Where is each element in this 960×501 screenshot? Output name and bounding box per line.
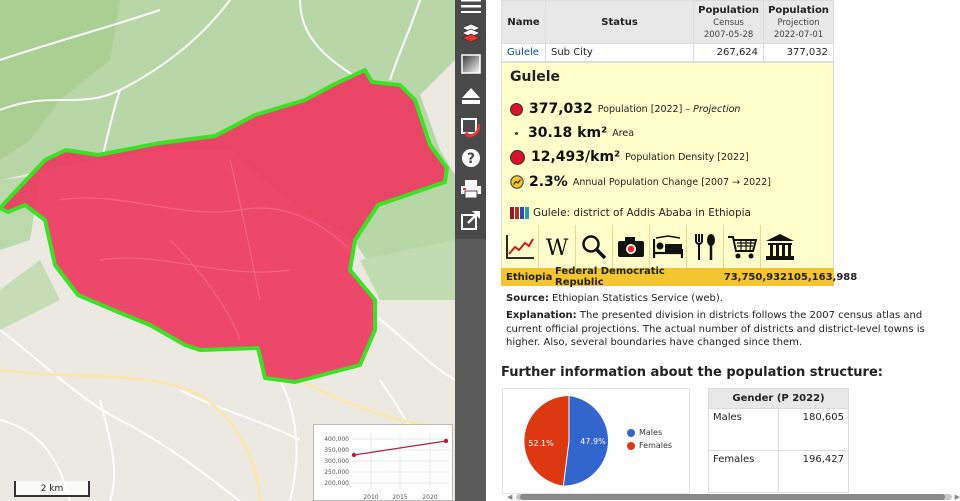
refresh-icon[interactable] (458, 116, 483, 140)
gender-label: Males (708, 408, 779, 451)
share-icon[interactable] (458, 208, 483, 232)
gender-table: Gender (P 2022) Males 180,605 Females 19… (708, 388, 849, 493)
gender-value: 180,605 (778, 408, 849, 451)
density-dot-icon (510, 149, 525, 165)
explanation-note: Explanation: The presented division in d… (506, 310, 925, 348)
table-row[interactable]: Gulele Sub City 267,624 377,032 (501, 43, 834, 62)
shopping-cart-icon[interactable] (724, 225, 761, 269)
country-row[interactable]: Ethiopia Federal Democratic Republic 73,… (501, 266, 858, 288)
legend-females: Females (627, 441, 672, 450)
area-row: 30.18 km² Area (510, 125, 634, 141)
population-row: 377,032 Population [2022] – Projection (510, 101, 740, 117)
area-value: 30.18 km² (528, 125, 608, 141)
col-pop2022-header[interactable]: Population Projection 2022-07-01 (763, 0, 834, 44)
density-label: Population Density [2022] (625, 151, 749, 163)
gender-value: 196,427 (778, 450, 849, 493)
horizontal-scrollbar[interactable]: ◀ ▶ (506, 493, 960, 501)
map-toolbar: ? (455, 0, 486, 239)
svg-text:?: ? (466, 151, 474, 167)
mini-chart-xtick: 2020 (422, 494, 437, 501)
layers-icon[interactable] (458, 21, 483, 45)
gender-label: Females (708, 450, 779, 493)
col-status-header[interactable]: Status (544, 0, 695, 44)
density-row: 12,493/km² Population Density [2022] (510, 149, 749, 165)
col-pop2007-header[interactable]: Population Census 2007-05-28 (693, 0, 765, 44)
wikipedia-icon[interactable]: W (539, 225, 576, 269)
scroll-left-icon[interactable]: ◀ (507, 493, 512, 501)
further-info-heading: Further information about the population… (501, 365, 883, 380)
infobox-title: Gulele (510, 69, 561, 85)
legend-males: Males (627, 428, 662, 437)
row-pop2007: 267,624 (693, 43, 765, 62)
district-description: Gulele: district of Addis Ababa in Ethio… (510, 207, 751, 219)
mini-chart-ytick: 350,000 (324, 447, 349, 454)
mini-chart-xtick: 2015 (392, 494, 407, 501)
change-value: 2.3% (529, 174, 568, 190)
pie-label-males: 47.9% (580, 437, 606, 446)
col-name-header[interactable]: Name (501, 0, 546, 44)
svg-text:W: W (546, 236, 569, 260)
museum-icon[interactable] (761, 225, 798, 269)
mini-chart-xtick: 2010 (363, 494, 378, 501)
country-name: Ethiopia (506, 271, 553, 283)
camera-icon[interactable] (613, 225, 650, 269)
population-trend-mini-chart[interactable]: 400,000 350,000 300,000 250,000 200,000 … (313, 424, 453, 501)
mini-chart-ytick: 250,000 (324, 469, 349, 476)
gender-table-header[interactable]: Gender (P 2022) (708, 388, 849, 409)
area-label: Area (612, 127, 635, 139)
mini-chart-ytick: 300,000 (324, 458, 349, 465)
gulele-link[interactable]: Gulele (507, 47, 539, 58)
row-status: Sub City (544, 43, 695, 62)
scroll-thumb[interactable] (520, 494, 945, 500)
gender-pie-chart: 47.9% 52.1% Males Females (502, 388, 690, 494)
change-row: 2.3% Annual Population Change [2007 → 20… (510, 174, 771, 190)
table-row: Males 180,605 (708, 408, 849, 451)
source-note: Source: Ethiopian Statistics Service (we… (506, 293, 723, 304)
map-scale-bar: 2 km (14, 481, 90, 497)
population-value: 377,032 (529, 101, 593, 117)
hotel-icon[interactable] (650, 225, 687, 269)
population-label: Population [2022] – Projection (597, 103, 741, 115)
eject-icon[interactable] (458, 84, 483, 108)
toolbar-shade (455, 239, 486, 501)
mini-chart-ytick: 400,000 (324, 436, 349, 443)
search-icon[interactable] (576, 225, 613, 269)
mini-chart-point (443, 438, 449, 444)
table-row: Females 196,427 (708, 450, 849, 493)
area-dot-icon (515, 131, 518, 135)
gradient-icon[interactable] (458, 52, 483, 76)
row-pop2022: 377,032 (763, 43, 834, 62)
external-links-row: W (502, 225, 835, 269)
density-value: 12,493/km² (531, 149, 621, 165)
population-table: Name Status Population Census 2007-05-28… (501, 0, 834, 62)
map-view[interactable]: 2 km 400,000 350,000 300,000 250,000 200… (0, 0, 455, 501)
pie-label-females: 52.1% (528, 439, 554, 448)
country-status: Federal Democratic Republic (555, 266, 665, 288)
mini-chart-point (351, 452, 357, 458)
population-dot-icon (510, 102, 523, 116)
ethiopia-flag-icon (510, 207, 530, 219)
info-panel: Name Status Population Census 2007-05-28… (486, 0, 960, 501)
scroll-right-icon[interactable]: ▶ (955, 493, 960, 501)
help-icon[interactable]: ? (458, 146, 483, 170)
restaurant-icon[interactable] (687, 225, 724, 269)
mini-chart-ytick: 200,000 (324, 480, 349, 487)
region-infobox: Gulele 377,032 Population [2022] – Proje… (501, 62, 834, 269)
print-icon[interactable] (458, 177, 483, 201)
change-label: Annual Population Change [2007 → 2022] (572, 176, 771, 188)
growth-icon (510, 175, 524, 189)
line-chart-icon[interactable] (502, 225, 539, 269)
menu-icon[interactable] (458, 0, 483, 17)
country-pop2022: 105,163,988 (787, 271, 858, 283)
country-pop2007: 73,750,932 (723, 271, 787, 283)
